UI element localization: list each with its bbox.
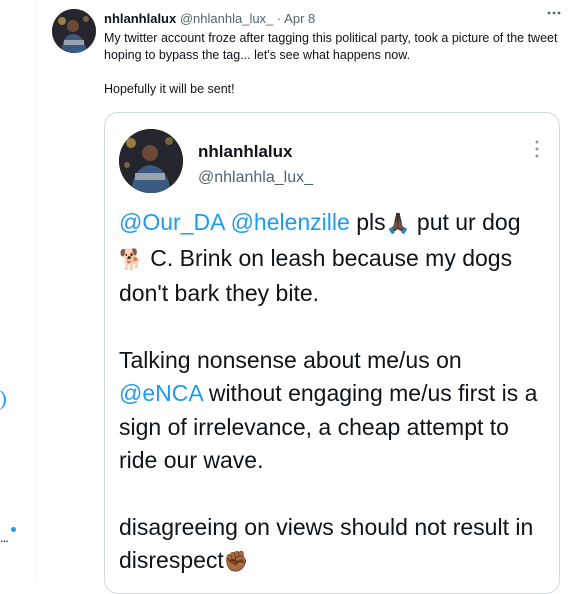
- dog-icon: 🐕: [119, 248, 144, 271]
- tweet-date[interactable]: Apr 8: [284, 11, 315, 26]
- sidebar-active-indicator: [0, 389, 6, 411]
- left-sidebar: ...: [0, 0, 37, 581]
- tweet-header: nhlanhlalux @nhlanhla_lux_ · Apr 8: [104, 11, 554, 27]
- mention-enca[interactable]: @eNCA: [119, 380, 202, 406]
- more-vertical-icon[interactable]: [531, 139, 543, 163]
- raised-fist-icon: ✊🏾: [223, 551, 249, 573]
- account-more-icon[interactable]: ...: [0, 530, 9, 545]
- quote-paragraph-3: disagreeing on views should not result i…: [119, 511, 549, 580]
- quote-paragraph-2: Talking nonsense about me/us on @eNCA wi…: [119, 344, 549, 478]
- mention-helenzille[interactable]: @helenzille: [231, 209, 350, 235]
- tweet-text: My twitter account froze after tagging t…: [104, 30, 570, 98]
- notification-dot: [11, 527, 16, 532]
- mention-our-da[interactable]: @Our_DA: [119, 209, 224, 235]
- quote-author-name[interactable]: nhlanhlalux: [198, 142, 292, 162]
- quote-author-handle[interactable]: @nhlanhla_lux_: [198, 169, 313, 187]
- quote-paragraph-1: @Our_DA @helenzille pls🙏🏿 put ur dog 🐕 C…: [119, 206, 549, 311]
- text: pls: [349, 209, 386, 235]
- separator: ·: [276, 11, 282, 26]
- text: put ur dog: [410, 209, 521, 235]
- praying-hands-icon: 🙏🏿: [385, 213, 411, 235]
- text: C. Brink on leash because my dogs don't …: [119, 244, 513, 307]
- more-horizontal-icon[interactable]: [542, 5, 566, 25]
- author-name[interactable]: nhlanhlalux: [104, 11, 176, 26]
- tweet-text-line1: My twitter account froze after tagging t…: [104, 31, 558, 62]
- quote-avatar[interactable]: [119, 129, 183, 193]
- author-handle[interactable]: @nhlanhla_lux_: [180, 11, 273, 26]
- avatar[interactable]: [52, 9, 96, 53]
- text: Talking nonsense about me/us on: [119, 346, 462, 373]
- tweet-text-line2: Hopefully it will be sent!: [104, 82, 235, 96]
- quote-body: @Our_DA @helenzille pls🙏🏿 put ur dog 🐕 C…: [119, 206, 549, 580]
- tweet[interactable]: nhlanhlalux @nhlanhla_lux_ · Apr 8 My tw…: [37, 0, 576, 594]
- quoted-tweet-card[interactable]: nhlanhlalux @nhlanhla_lux_ @Our_DA @hele…: [104, 112, 560, 594]
- text: disagreeing on views should not result i…: [119, 513, 534, 574]
